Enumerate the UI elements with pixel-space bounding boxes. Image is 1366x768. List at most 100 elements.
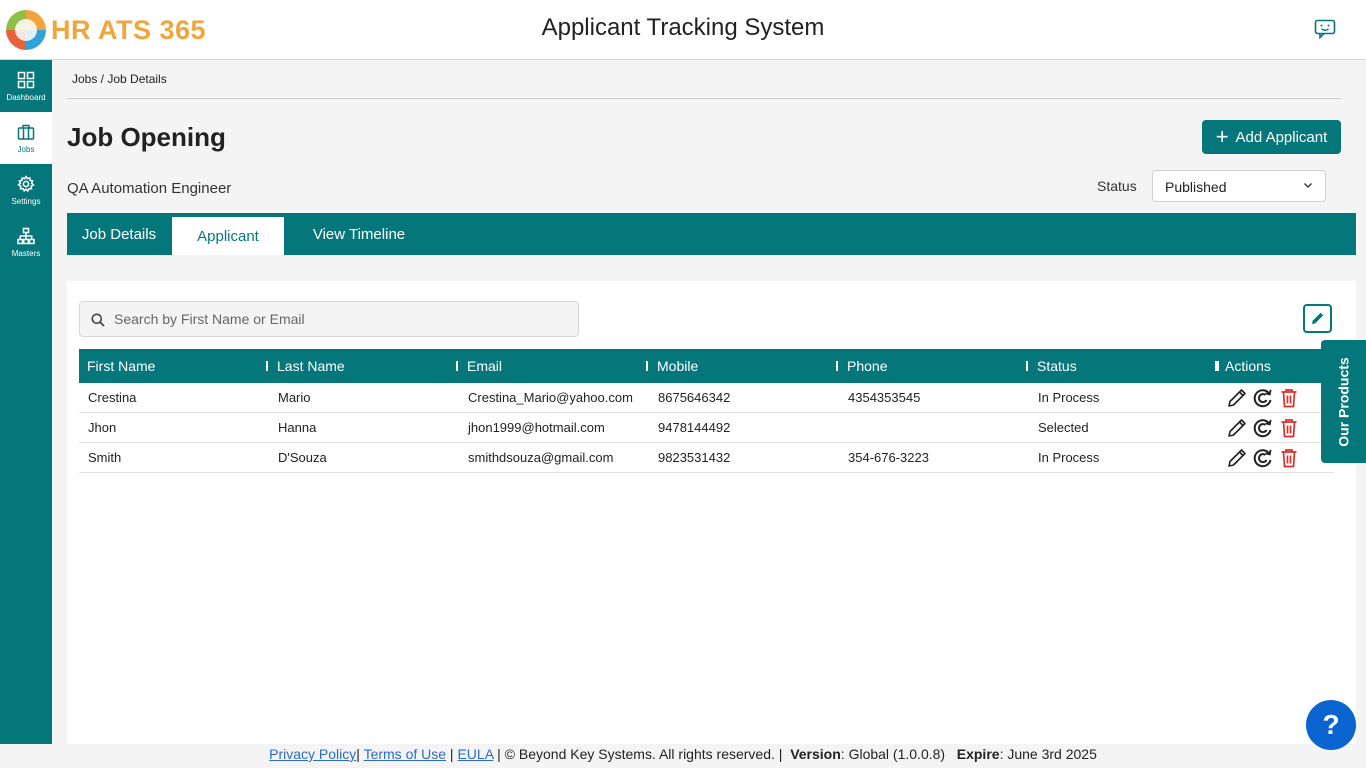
cell-status: Selected (1038, 420, 1089, 435)
tab-view-timeline[interactable]: View Timeline (299, 213, 419, 255)
terms-of-use-link[interactable]: Terms of Use (364, 746, 446, 762)
grid-icon (17, 71, 35, 88)
change-status-button[interactable] (1252, 447, 1274, 469)
version-label: Version (790, 746, 841, 762)
expire-value: : June 3rd 2025 (999, 746, 1097, 762)
cell-mobile: 9823531432 (658, 450, 731, 465)
tab-applicant[interactable]: Applicant (172, 217, 284, 255)
cell-first-name: Crestina (88, 390, 137, 405)
plus-icon: + (1215, 124, 1229, 149)
breadcrumb[interactable]: Jobs / Job Details (72, 72, 167, 86)
footer: Privacy Policy| Terms of Use | EULA | © … (0, 746, 1366, 762)
column-resize-handle[interactable] (1026, 361, 1028, 371)
delete-row-button[interactable] (1278, 387, 1300, 409)
page-title: Job Opening (67, 122, 226, 152)
app-header: HR ATS 365 Applicant Tracking System (0, 0, 1366, 60)
refresh-cycle-icon (1253, 449, 1272, 468)
table-row[interactable]: Smith D'Souza smithdsouza@gmail.com 9823… (79, 443, 1334, 473)
version-value: : Global (1.0.0.8) (840, 746, 946, 762)
our-products-tab[interactable]: Our Products (1321, 340, 1366, 463)
help-button[interactable]: ? (1306, 700, 1356, 750)
expire-label: Expire (956, 746, 1000, 762)
cell-email: smithdsouza@gmail.com (468, 450, 614, 465)
tab-bar: Job Details Applicant View Timeline (67, 213, 1356, 255)
status-dropdown[interactable]: Published (1152, 170, 1326, 202)
footer-separator: | (356, 746, 364, 762)
cell-last-name: D'Souza (278, 450, 327, 465)
sidebar-item-label: Masters (11, 248, 41, 258)
search-icon (91, 313, 105, 327)
edit-row-button[interactable] (1226, 417, 1248, 439)
add-applicant-button[interactable]: + Add Applicant (1202, 120, 1341, 154)
delete-row-button[interactable] (1278, 447, 1300, 469)
chat-feedback-icon[interactable] (1314, 19, 1336, 39)
sidebar: Dashboard Jobs Settings Masters (0, 60, 52, 744)
column-header-email[interactable]: Email (459, 349, 502, 383)
edit-row-button[interactable] (1226, 447, 1248, 469)
edit-columns-button[interactable] (1303, 304, 1332, 333)
sidebar-item-dashboard[interactable]: Dashboard (0, 60, 52, 112)
applicant-table: First Name Last Name Email Mobile Phone … (79, 349, 1334, 473)
table-header: First Name Last Name Email Mobile Phone … (79, 349, 1334, 383)
table-row[interactable]: Jhon Hanna jhon1999@hotmail.com 94781444… (79, 413, 1334, 443)
pencil-icon (1312, 312, 1324, 324)
sidebar-item-label: Jobs (17, 144, 35, 154)
app-title: Applicant Tracking System (541, 14, 825, 41)
cell-email: jhon1999@hotmail.com (468, 420, 605, 435)
column-resize-handle[interactable] (456, 361, 458, 371)
privacy-policy-link[interactable]: Privacy Policy (269, 746, 356, 762)
cell-status: In Process (1038, 390, 1100, 405)
column-header-phone[interactable]: Phone (839, 349, 887, 383)
search-input[interactable] (114, 302, 564, 336)
sidebar-item-jobs[interactable]: Jobs (0, 112, 52, 164)
briefcase-icon (17, 124, 35, 140)
sidebar-item-settings[interactable]: Settings (0, 164, 52, 216)
gear-icon (17, 174, 35, 192)
column-header-actions: Actions (1225, 358, 1271, 374)
table-row[interactable]: Crestina Mario Crestina_Mario@yahoo.com … (79, 383, 1334, 413)
change-status-button[interactable] (1252, 417, 1274, 439)
sidebar-item-label: Settings (11, 196, 41, 206)
tab-job-details[interactable]: Job Details (71, 213, 167, 255)
job-name: QA Automation Engineer (67, 180, 232, 197)
column-resize-handle[interactable] (646, 361, 648, 371)
cell-status: In Process (1038, 450, 1100, 465)
eula-link[interactable]: EULA (457, 746, 493, 762)
sidebar-item-masters[interactable]: Masters (0, 216, 52, 268)
search-box (79, 301, 579, 337)
column-header-mobile[interactable]: Mobile (649, 349, 698, 383)
column-header-first-name[interactable]: First Name (79, 349, 155, 383)
cell-first-name: Jhon (88, 420, 117, 435)
cell-first-name: Smith (88, 450, 122, 465)
row-actions (1226, 387, 1300, 409)
column-header-last-name[interactable]: Last Name (269, 349, 345, 383)
our-products-label: Our Products (1335, 356, 1352, 447)
status-label: Status (1097, 178, 1137, 194)
column-resize-handle[interactable] (266, 361, 268, 371)
cell-last-name: Mario (278, 390, 311, 405)
breadcrumb-divider (67, 98, 1341, 99)
status-value: Published (1165, 179, 1227, 195)
pencil-icon (1228, 419, 1246, 437)
column-header-status[interactable]: Status (1029, 349, 1077, 383)
cell-phone: 4354353545 (848, 390, 921, 405)
row-actions (1226, 447, 1300, 469)
chevron-down-icon (1304, 183, 1312, 188)
change-status-button[interactable] (1252, 387, 1274, 409)
hierarchy-icon (17, 227, 35, 244)
trash-icon (1281, 449, 1297, 468)
trash-icon (1281, 389, 1297, 408)
refresh-cycle-icon (1253, 389, 1272, 408)
pencil-icon (1228, 389, 1246, 407)
delete-row-button[interactable] (1278, 417, 1300, 439)
edit-row-button[interactable] (1226, 387, 1248, 409)
row-actions (1226, 417, 1300, 439)
refresh-cycle-icon (1253, 419, 1272, 438)
column-resize-handle[interactable] (836, 361, 838, 371)
cell-last-name: Hanna (278, 420, 317, 435)
pencil-icon (1228, 449, 1246, 467)
sidebar-item-label: Dashboard (6, 92, 46, 102)
trash-icon (1281, 419, 1297, 438)
copyright-text: | © Beyond Key Systems. All rights reser… (497, 746, 783, 762)
cell-phone: 354-676-3223 (848, 450, 929, 465)
